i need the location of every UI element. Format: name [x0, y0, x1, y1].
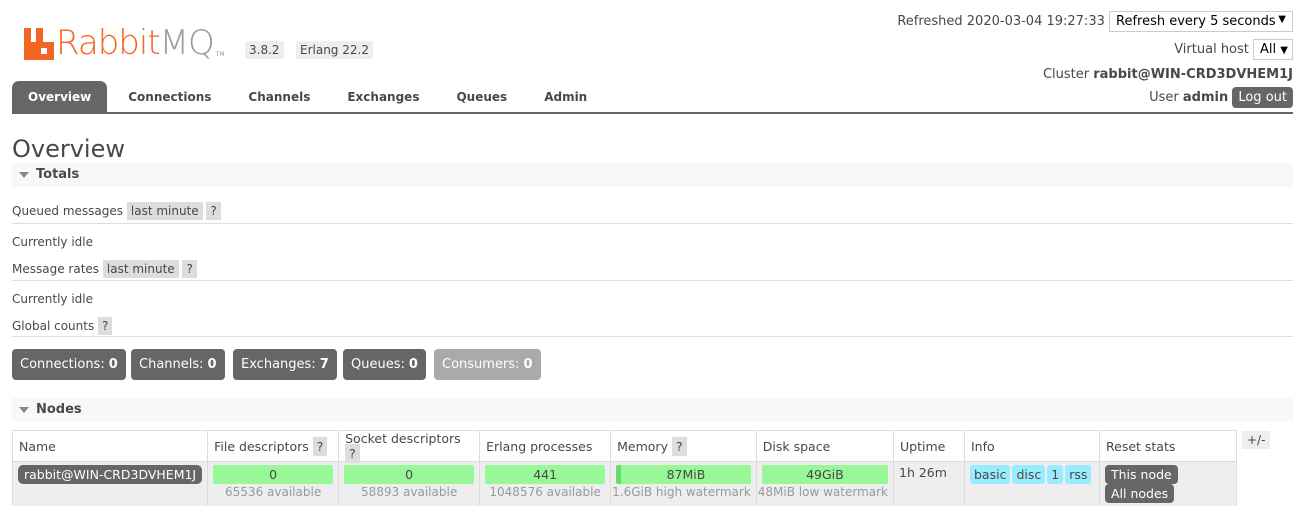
help-icon[interactable]: ? — [345, 444, 360, 463]
info-badge: disc — [1012, 465, 1046, 484]
memory-bar: 87MiB — [616, 465, 751, 484]
divider — [12, 280, 1293, 281]
fd-available: 65536 available — [225, 485, 322, 499]
range-select[interactable]: last minute — [102, 260, 179, 278]
socket-descriptors-bar: 0 — [344, 465, 475, 484]
help-icon[interactable]: ? — [182, 260, 197, 278]
info-badge: 1 — [1047, 465, 1064, 484]
idle-text: Currently idle — [12, 235, 93, 249]
logout-button[interactable]: Log out — [1232, 87, 1293, 108]
help-icon[interactable]: ? — [206, 202, 221, 220]
dropdown-arrow-icon: ▼ — [1278, 14, 1286, 25]
range-select[interactable]: last minute — [126, 202, 203, 220]
erlang-badge: Erlang 22.2 — [296, 41, 373, 59]
col-memory[interactable]: Memory ? — [610, 430, 757, 462]
page-title: Overview — [12, 135, 125, 163]
erlang-processes-bar: 441 — [485, 465, 606, 484]
message-rates-row: Message rates last minute ? — [12, 260, 1293, 278]
refresh-area: Refreshed 2020-03-04 19:27:33 Refresh ev… — [897, 11, 1293, 32]
disk-space-bar: 49GiB — [761, 465, 888, 484]
queues-count[interactable]: Queues: 0 — [343, 349, 426, 380]
divider — [12, 223, 1293, 224]
global-counts-row: Global counts ? — [12, 317, 1293, 335]
table-header: Name File descriptors ? Socket descripto… — [11, 430, 1237, 463]
refreshed-text: Refreshed 2020-03-04 19:27:33 — [897, 14, 1105, 29]
column-toggle-button[interactable]: +/- — [1242, 431, 1271, 449]
consumers-count[interactable]: Consumers: 0 — [434, 349, 541, 380]
channels-count[interactable]: Channels: 0 — [131, 349, 225, 380]
vhost-label: Virtual host — [1174, 42, 1249, 57]
nodes-table: Name File descriptors ? Socket descripto… — [11, 430, 1237, 506]
cluster-info: Cluster rabbit@WIN-CRD3DVHEM1J — [1042, 67, 1293, 82]
tab-exchanges[interactable]: Exchanges — [331, 81, 435, 113]
disk-watermark: 48MiB low watermark — [757, 485, 888, 499]
refresh-select[interactable]: Refresh every 5 seconds ▼ — [1109, 11, 1293, 32]
cluster-name: rabbit@WIN-CRD3DVHEM1J — [1093, 67, 1293, 82]
reset-this-node-button[interactable]: This node — [1105, 465, 1178, 484]
col-uptime[interactable]: Uptime — [893, 430, 965, 462]
col-socket-descriptors[interactable]: Socket descriptors ? — [338, 430, 481, 463]
vhost-area: Virtual host All ▼ — [1174, 39, 1293, 60]
col-file-descriptors[interactable]: File descriptors ? — [207, 430, 340, 462]
tab-admin[interactable]: Admin — [528, 81, 603, 113]
table-row: rabbit@WIN-CRD3DVHEM1J 0 65536 available … — [11, 461, 1237, 506]
help-icon[interactable]: ? — [312, 436, 328, 456]
col-reset-stats: Reset stats — [1099, 430, 1237, 462]
queued-messages-row: Queued messages last minute ? — [12, 202, 1293, 220]
rabbit-logo-icon — [24, 28, 54, 60]
col-erlang-processes[interactable]: Erlang processes — [479, 430, 612, 462]
tab-connections[interactable]: Connections — [112, 81, 227, 113]
tab-queues[interactable]: Queues — [440, 81, 523, 113]
memory-watermark: 1.6GiB high watermark — [612, 485, 751, 499]
exchanges-count[interactable]: Exchanges: 7 — [233, 349, 337, 380]
user-info: User admin Log out — [1149, 87, 1293, 108]
help-icon[interactable]: ? — [671, 436, 687, 456]
vhost-select[interactable]: All ▼ — [1253, 39, 1293, 60]
rabbitmq-logo: RabbitMQ TM — [24, 20, 225, 60]
totals-section-toggle[interactable]: Totals — [12, 163, 1293, 187]
user-name: admin — [1182, 90, 1229, 105]
help-icon[interactable]: ? — [98, 317, 113, 335]
tab-divider — [12, 112, 1293, 114]
uptime-value: 1h 26m — [893, 461, 965, 506]
info-badges: basic disc 1 rss — [964, 461, 1100, 506]
reset-all-nodes-button[interactable]: All nodes — [1105, 484, 1175, 503]
ep-available: 1048576 available — [489, 485, 601, 499]
version-badge: 3.8.2 — [245, 41, 284, 59]
dropdown-arrow-icon: ▼ — [1280, 45, 1288, 56]
nodes-section-toggle[interactable]: Nodes — [12, 398, 1293, 422]
info-badge: basic — [970, 465, 1011, 484]
info-badge: rss — [1065, 465, 1092, 484]
file-descriptors-bar: 0 — [213, 465, 334, 484]
node-link[interactable]: rabbit@WIN-CRD3DVHEM1J — [18, 465, 203, 484]
tab-overview[interactable]: Overview — [12, 81, 108, 113]
main-nav: Overview Connections Channels Exchanges … — [12, 81, 608, 113]
divider — [12, 336, 1293, 337]
col-name[interactable]: Name — [11, 430, 209, 462]
idle-text: Currently idle — [12, 292, 93, 306]
tab-channels[interactable]: Channels — [232, 81, 326, 113]
connections-count[interactable]: Connections: 0 — [12, 349, 126, 380]
col-disk-space[interactable]: Disk space — [755, 430, 895, 462]
sd-available: 58893 available — [361, 485, 458, 499]
col-info[interactable]: Info — [964, 430, 1100, 462]
